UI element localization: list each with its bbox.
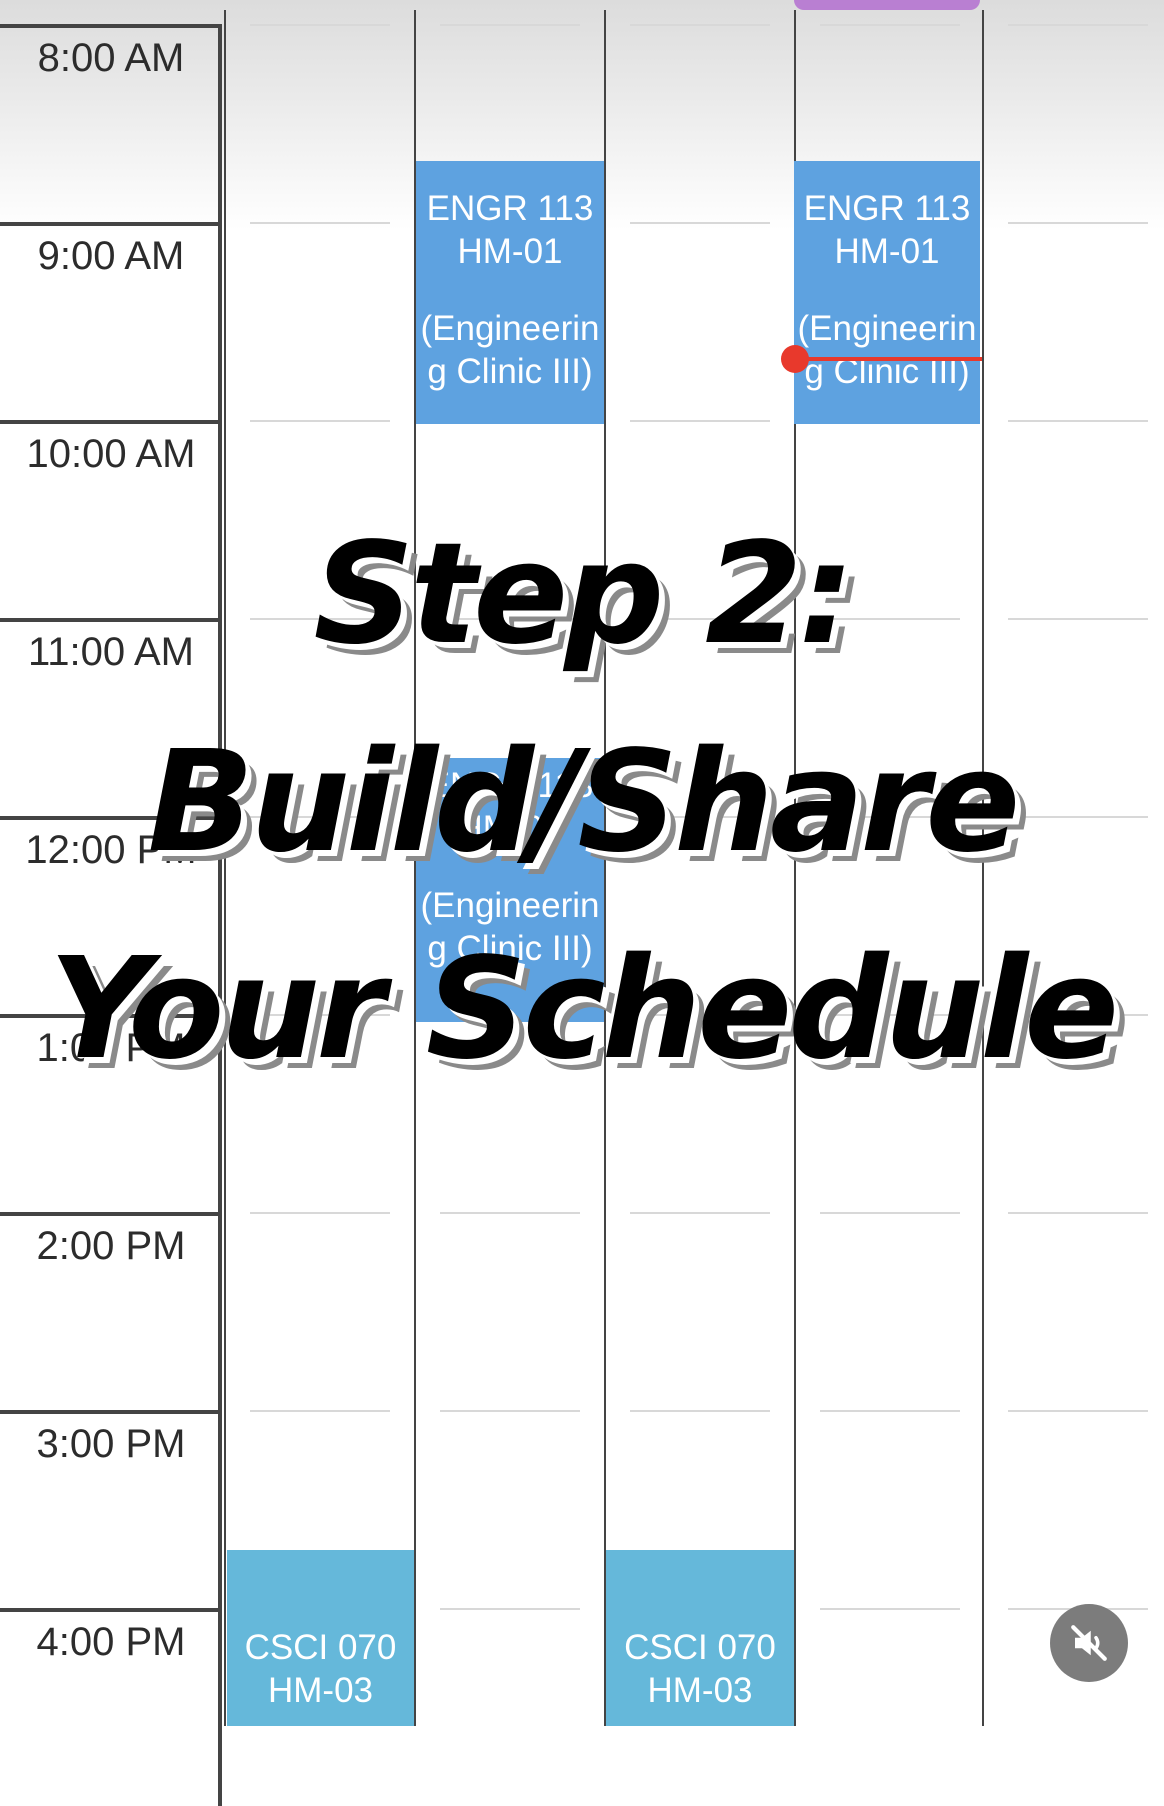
event-course: CSCI 070 (624, 1628, 776, 1667)
day-header-wed[interactable]: Wed (608, 0, 796, 10)
hour-gridline (820, 1410, 960, 1412)
hour-gridline (820, 24, 960, 26)
event-engr113-tue-morning[interactable]: ENGR 113 HM-01 (Engineerin g Clinic III) (416, 161, 604, 424)
time-label: 9:00 AM (37, 234, 185, 278)
event-title: (Engineerin (420, 886, 600, 925)
hour-gridline (250, 1212, 390, 1214)
time-slot: 9:00 AM (0, 222, 222, 420)
overlay-title-line3: Your Schedule (48, 928, 1119, 1091)
time-label: 8:00 AM (37, 36, 185, 80)
event-title: (Engineerin (797, 309, 977, 348)
overlay-title-line2: Build/Share (147, 721, 1021, 884)
hour-gridline (1008, 1410, 1148, 1412)
time-slot: 8:00 AM (0, 24, 222, 222)
hour-gridline (440, 1608, 580, 1610)
hour-gridline (250, 24, 390, 26)
event-csci070-wed[interactable]: CSCI 070 HM-03 (606, 1550, 794, 1726)
hour-gridline (630, 1212, 770, 1214)
hour-gridline (1008, 24, 1148, 26)
hour-gridline (1008, 1212, 1148, 1214)
hour-gridline (630, 24, 770, 26)
hour-gridline (630, 1410, 770, 1412)
event-engr113-thu-morning[interactable]: ENGR 113 HM-01 (Engineerin g Clinic III) (794, 161, 980, 424)
hour-gridline (440, 1410, 580, 1412)
time-label: 10:00 AM (26, 432, 196, 476)
hour-gridline (1008, 222, 1148, 224)
day-header-mon[interactable]: Mon (228, 0, 416, 10)
day-header-thu[interactable]: Thurs (794, 0, 980, 10)
hour-gridline (820, 1608, 960, 1610)
hour-gridline (250, 1410, 390, 1412)
time-label: 4:00 PM (36, 1620, 186, 1664)
event-section: HM-03 (647, 1671, 753, 1710)
mute-button[interactable] (1050, 1604, 1128, 1682)
day-header-fri[interactable]: Fri (984, 0, 1164, 10)
event-section: HM-03 (267, 1671, 374, 1710)
current-time-dot (781, 345, 809, 373)
event-section: HM-01 (834, 232, 940, 271)
speaker-muted-icon (1071, 1625, 1107, 1661)
hour-gridline (250, 420, 390, 422)
hour-gridline (1008, 420, 1148, 422)
time-label: 3:00 PM (36, 1422, 186, 1466)
time-slot: 2:00 PM (0, 1212, 222, 1410)
hour-gridline (820, 1212, 960, 1214)
hour-gridline (630, 420, 770, 422)
time-slot: 3:00 PM (0, 1410, 222, 1608)
event-course: CSCI 070 (244, 1628, 397, 1667)
event-course: ENGR 113 (426, 189, 594, 228)
event-course: ENGR 113 (803, 189, 971, 228)
event-title: (Engineerin (420, 309, 600, 348)
overlay-title-line1: Step 2: (313, 513, 854, 676)
hour-gridline (630, 222, 770, 224)
hour-gridline (440, 24, 580, 26)
hour-gridline (250, 222, 390, 224)
current-time-line (796, 357, 982, 361)
hour-gridline (440, 1212, 580, 1214)
day-header-tue[interactable]: Tues (418, 0, 606, 10)
event-title-cont: g Clinic III) (427, 352, 593, 391)
event-section: HM-01 (457, 232, 563, 271)
time-label: 2:00 PM (36, 1224, 186, 1268)
event-csci070-mon[interactable]: CSCI 070 HM-03 (227, 1550, 414, 1726)
time-slot: 4:00 PM (0, 1608, 222, 1806)
